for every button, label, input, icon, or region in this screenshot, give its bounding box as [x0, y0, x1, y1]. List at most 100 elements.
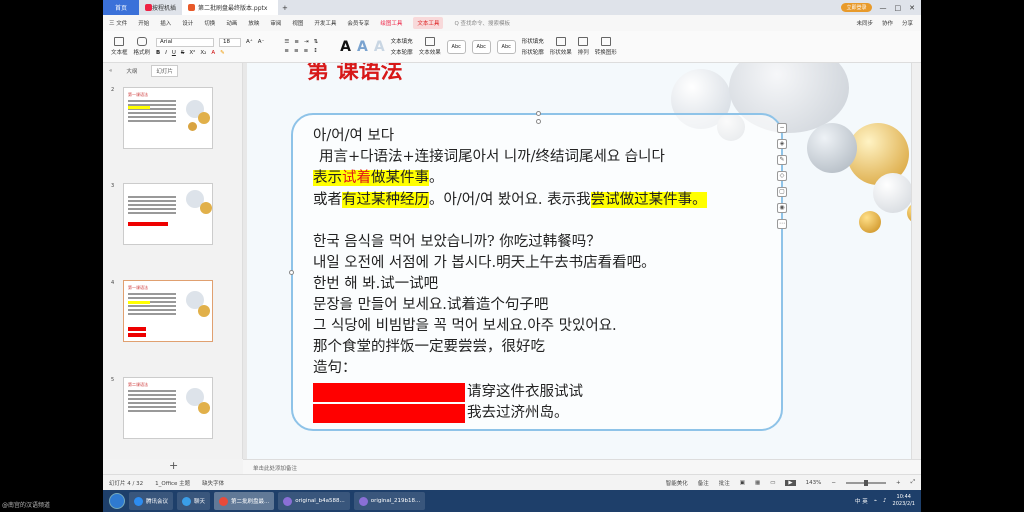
fit-window-icon[interactable]: ⤢	[911, 479, 915, 486]
font-size-select[interactable]: 18	[219, 37, 242, 47]
menu-file[interactable]: 三 文件	[109, 19, 127, 27]
bullets-icon[interactable]: ☰	[284, 39, 289, 45]
reading-view-icon[interactable]: ▭	[770, 480, 775, 486]
menu-animation[interactable]: 动画	[226, 19, 237, 27]
start-button[interactable]	[109, 493, 125, 509]
slide-title[interactable]: 第 课语法	[307, 63, 403, 85]
new-tab-button[interactable]: +	[282, 4, 288, 12]
shrink-font-icon[interactable]: A⁻	[258, 39, 265, 45]
crop-icon[interactable]: ▢	[777, 187, 787, 197]
smart-beautify-button[interactable]: 智能美化	[666, 479, 688, 487]
minimize-button[interactable]: —	[880, 4, 887, 12]
zoom-slider[interactable]	[845, 479, 886, 486]
home-tab[interactable]: 首页	[103, 0, 139, 15]
pen-icon[interactable]: ✎	[777, 155, 787, 165]
shape-outline-button[interactable]: 形状轮廓	[522, 48, 544, 56]
menu-home[interactable]: 开始	[138, 19, 149, 27]
taskbar-original-2[interactable]: original_219b18...	[353, 492, 426, 510]
clock[interactable]: 10:44 2023/2/1	[893, 494, 915, 508]
text-outline-button[interactable]: 文本轮廓	[391, 48, 413, 56]
menu-text-tools[interactable]: 文本工具	[413, 17, 444, 29]
align-left-icon[interactable]: ≡	[284, 48, 289, 54]
text-style-light-icon[interactable]: A	[374, 39, 385, 55]
taskbar-original-1[interactable]: original_b4a588...	[278, 492, 350, 510]
shape-icon[interactable]: ◇	[777, 171, 787, 181]
menu-slideshow[interactable]: 放映	[248, 19, 259, 27]
slide-thumbnail-3[interactable]: 3	[111, 183, 213, 245]
maximize-button[interactable]: □	[895, 4, 902, 12]
menu-insert[interactable]: 插入	[160, 19, 171, 27]
tab-outline[interactable]: 大纲	[126, 67, 137, 75]
menu-drawing-tools[interactable]: 绘图工具	[380, 19, 402, 27]
superscript-icon[interactable]: X²	[189, 50, 195, 56]
numbering-icon[interactable]: ≡	[294, 39, 299, 45]
command-search[interactable]: Q 查找命令、搜索模板	[454, 19, 510, 27]
text-style-blue-icon[interactable]: A	[357, 39, 368, 55]
resize-handle-left[interactable]	[289, 270, 294, 275]
shape-style-2[interactable]: Abc	[471, 39, 491, 54]
rotate-handle[interactable]	[536, 111, 541, 116]
arrange-button[interactable]: 排列	[578, 37, 589, 56]
taskbar-tencent-meeting[interactable]: 腾讯会议	[129, 492, 174, 510]
taskbar-chat[interactable]: 聊天	[177, 492, 211, 510]
text-direction-icon[interactable]: ⇅	[314, 39, 319, 45]
notes-button[interactable]: 备注	[698, 479, 709, 487]
textbox-button[interactable]: 文本框	[111, 37, 128, 56]
shape-style-3[interactable]: Abc	[496, 39, 516, 54]
collaborate-button[interactable]: 协作	[882, 19, 893, 27]
play-icon[interactable]: ▶	[785, 479, 796, 486]
menu-view[interactable]: 视图	[292, 19, 303, 27]
bulb-icon[interactable]: ◉	[777, 203, 787, 213]
zoom-level[interactable]: 143%	[806, 480, 822, 486]
font-color-icon[interactable]: A	[211, 50, 215, 56]
zoom-in-icon[interactable]: +	[896, 480, 901, 486]
slide-thumbnail-4[interactable]: 4 第一课语法	[111, 280, 213, 342]
italic-icon[interactable]: I	[165, 50, 167, 56]
content-textbox[interactable]: 아/어/여 보다 用言+다语法+连接词尾아서 니까/终结词尾세요 습니다 表示试…	[289, 111, 783, 431]
normal-view-icon[interactable]: ▣	[740, 480, 745, 486]
layers-icon[interactable]: ◈	[777, 139, 787, 149]
more-icon[interactable]: ⋯	[777, 219, 787, 229]
zoom-minus-icon[interactable]: −	[777, 123, 787, 133]
share-button[interactable]: 分享	[902, 19, 913, 27]
indent-icon[interactable]: ⇥	[304, 39, 309, 45]
shape-effect-button[interactable]: 形状效果	[550, 37, 572, 56]
ime-indicator[interactable]: 中 英	[855, 497, 868, 505]
resize-handle-top[interactable]	[536, 119, 541, 124]
volume-icon[interactable]: ♪	[883, 498, 887, 504]
align-right-icon[interactable]: ≡	[304, 48, 309, 54]
collapse-pane-icon[interactable]: «	[109, 68, 112, 74]
taskbar-wps[interactable]: 第二批刷盘最...	[214, 492, 275, 510]
slide-thumbnail-5[interactable]: 5 第二课语法	[111, 377, 213, 439]
convert-shape-button[interactable]: 转换图形	[595, 37, 617, 56]
tab-document[interactable]: 第二批刷盘最终版本.pptx	[182, 0, 279, 15]
shape-style-1[interactable]: Abc	[446, 39, 466, 54]
notes-area[interactable]: 单击此处添加备注	[243, 459, 921, 474]
subscript-icon[interactable]: X₂	[200, 50, 206, 56]
bold-icon[interactable]: B	[156, 50, 160, 56]
text-style-black-icon[interactable]: A	[340, 39, 351, 55]
align-center-icon[interactable]: ≡	[294, 48, 299, 54]
menu-design[interactable]: 设计	[182, 19, 193, 27]
menu-developer[interactable]: 开发工具	[314, 19, 336, 27]
sorter-view-icon[interactable]: ▦	[755, 480, 760, 486]
text-fill-button[interactable]: 文本填充	[391, 37, 413, 45]
shape-fill-button[interactable]: 形状填充	[522, 37, 544, 45]
login-button[interactable]: 立即登录	[841, 3, 872, 12]
underline-icon[interactable]: U	[172, 50, 176, 56]
grow-font-icon[interactable]: A⁺	[246, 39, 253, 45]
menu-review[interactable]: 审阅	[270, 19, 281, 27]
missing-font-indicator[interactable]: 缺失字体	[202, 479, 224, 487]
tab-slides[interactable]: 幻灯片	[151, 65, 178, 77]
slide-thumbnail-2[interactable]: 2 第一课语法	[111, 87, 213, 149]
menu-transition[interactable]: 切换	[204, 19, 215, 27]
highlight-icon[interactable]: ✎	[220, 50, 225, 56]
zoom-out-icon[interactable]: −	[831, 480, 836, 486]
tab-template[interactable]: 按程机插	[139, 0, 182, 15]
menu-member[interactable]: 会员专享	[347, 19, 369, 27]
format-painter-button[interactable]: 格式刷	[134, 37, 150, 56]
vertical-scrollbar[interactable]	[911, 63, 921, 459]
strikethrough-icon[interactable]: S	[181, 50, 185, 56]
close-button[interactable]: ✕	[909, 4, 915, 12]
add-slide-button[interactable]: +	[169, 459, 178, 472]
